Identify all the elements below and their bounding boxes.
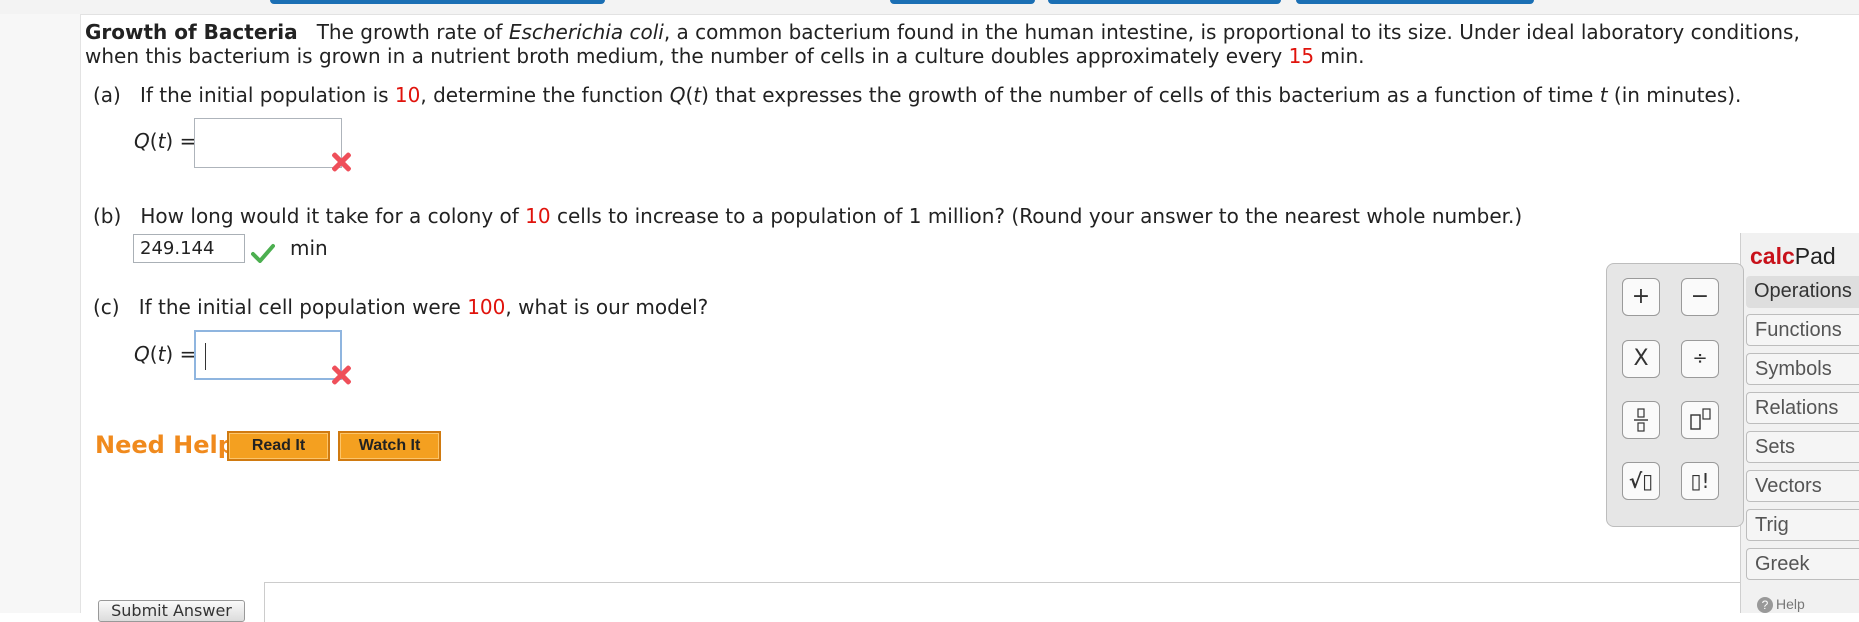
fraction-icon — [1634, 408, 1648, 432]
intro-text: The growth rate of — [316, 20, 509, 44]
top-bar — [0, 0, 1859, 15]
divider — [264, 582, 265, 622]
part-a-initial-population: 10 — [394, 83, 421, 107]
part-a-text: ) that expresses the growth of the numbe… — [701, 83, 1600, 107]
part-a-func: Q — [669, 83, 686, 107]
part-b-unit: min — [290, 236, 328, 260]
calc-minus-button[interactable]: − — [1681, 278, 1719, 316]
incorrect-x-icon — [329, 363, 353, 387]
calcpad-tab-vectors[interactable]: Vectors — [1746, 470, 1859, 502]
help-icon: ? — [1757, 597, 1773, 613]
problem-intro-line2: when this bacterium is grown in a nutrie… — [85, 42, 1365, 71]
calcpad-help-link[interactable]: ? Help — [1757, 596, 1805, 613]
label-q: Q — [134, 342, 150, 366]
calc-fraction-button[interactable] — [1622, 401, 1660, 439]
top-tab-4[interactable] — [1296, 0, 1534, 4]
part-a-label: Q(t) = — [134, 129, 197, 153]
part-c-label: Q(t) = — [134, 342, 197, 366]
intro-text: , a common bacterium found in the human … — [663, 20, 1800, 44]
calcpad-tab-trig[interactable]: Trig — [1746, 509, 1859, 541]
need-help-label: Need Help? — [95, 431, 249, 459]
part-a-text: (in minutes). — [1607, 83, 1742, 107]
part-a-var: t — [693, 83, 702, 107]
calcpad-tab-operations[interactable]: Operations — [1746, 276, 1859, 308]
calc-factorial-button[interactable]: ▯! — [1681, 462, 1719, 500]
text-caret — [205, 343, 206, 370]
part-c-initial-population: 100 — [467, 295, 506, 319]
watch-it-button[interactable]: Watch It — [338, 431, 441, 461]
top-tab-3[interactable] — [1048, 0, 1281, 4]
part-c-text: , what is our model? — [505, 295, 709, 319]
calcpad-tab-greek[interactable]: Greek — [1746, 548, 1859, 580]
part-c-answer-input[interactable] — [194, 330, 342, 380]
divider — [264, 582, 1744, 583]
species-name: Escherichia coli — [508, 20, 664, 44]
doubling-time-value: 15 — [1288, 44, 1315, 68]
part-b-text: cells to increase to a population of 1 m… — [550, 204, 1523, 228]
intro-text: when this bacterium is grown in a nutrie… — [85, 44, 1289, 68]
part-b-text: How long would it take for a colony of — [140, 204, 526, 228]
part-b-question: (b) How long would it take for a colony … — [93, 202, 1522, 231]
part-b-initial-cells: 10 — [525, 204, 551, 228]
part-b-letter: (b) — [93, 204, 122, 228]
read-it-button[interactable]: Read It — [227, 431, 330, 461]
exponent-icon — [1690, 408, 1711, 430]
part-a-text: If the initial population is — [139, 83, 395, 107]
left-margin — [0, 14, 81, 613]
calcpad-brand-bold: calc — [1750, 243, 1795, 269]
calc-sqrt-button[interactable]: √▯ — [1622, 462, 1660, 500]
calcpad-tab-functions[interactable]: Functions — [1746, 314, 1859, 346]
label-tail: ) = — [165, 129, 197, 153]
top-tab-1[interactable] — [270, 0, 605, 4]
label-tail: ) = — [165, 342, 197, 366]
part-c-letter: (c) — [93, 295, 120, 319]
calcpad-help-label: Help — [1776, 596, 1805, 612]
part-a-question: (a) If the initial population is 10, det… — [93, 81, 1741, 110]
calcpad-tab-relations[interactable]: Relations — [1746, 392, 1859, 424]
calcpad-brand: calcPad — [1750, 243, 1836, 270]
part-a-letter: (a) — [93, 83, 121, 107]
top-tab-2[interactable] — [890, 0, 1035, 4]
intro-text: min. — [1314, 44, 1365, 68]
calcpad-brand-rest: Pad — [1794, 243, 1836, 269]
calcpad-tab-sets[interactable]: Sets — [1746, 431, 1859, 463]
incorrect-x-icon — [329, 150, 353, 174]
calc-plus-button[interactable]: + — [1622, 278, 1660, 316]
correct-check-icon — [251, 244, 275, 263]
calcpad-tab-symbols[interactable]: Symbols — [1746, 353, 1859, 385]
part-a-answer-input[interactable] — [194, 118, 342, 168]
part-a-var: t — [1599, 83, 1608, 107]
part-c-text: If the initial cell population were — [138, 295, 468, 319]
submit-answer-button[interactable]: Submit Answer — [98, 600, 245, 622]
problem-title: Growth of Bacteria — [85, 20, 298, 44]
calc-divide-button[interactable]: ÷ — [1681, 340, 1719, 378]
calc-times-button[interactable]: X — [1622, 340, 1660, 378]
label-q: Q — [134, 129, 150, 153]
part-c-question: (c) If the initial cell population were … — [93, 293, 708, 322]
calc-power-button[interactable] — [1681, 401, 1719, 439]
part-a-text: , determine the function — [420, 83, 670, 107]
part-b-answer-input[interactable]: 249.144 — [133, 234, 245, 263]
